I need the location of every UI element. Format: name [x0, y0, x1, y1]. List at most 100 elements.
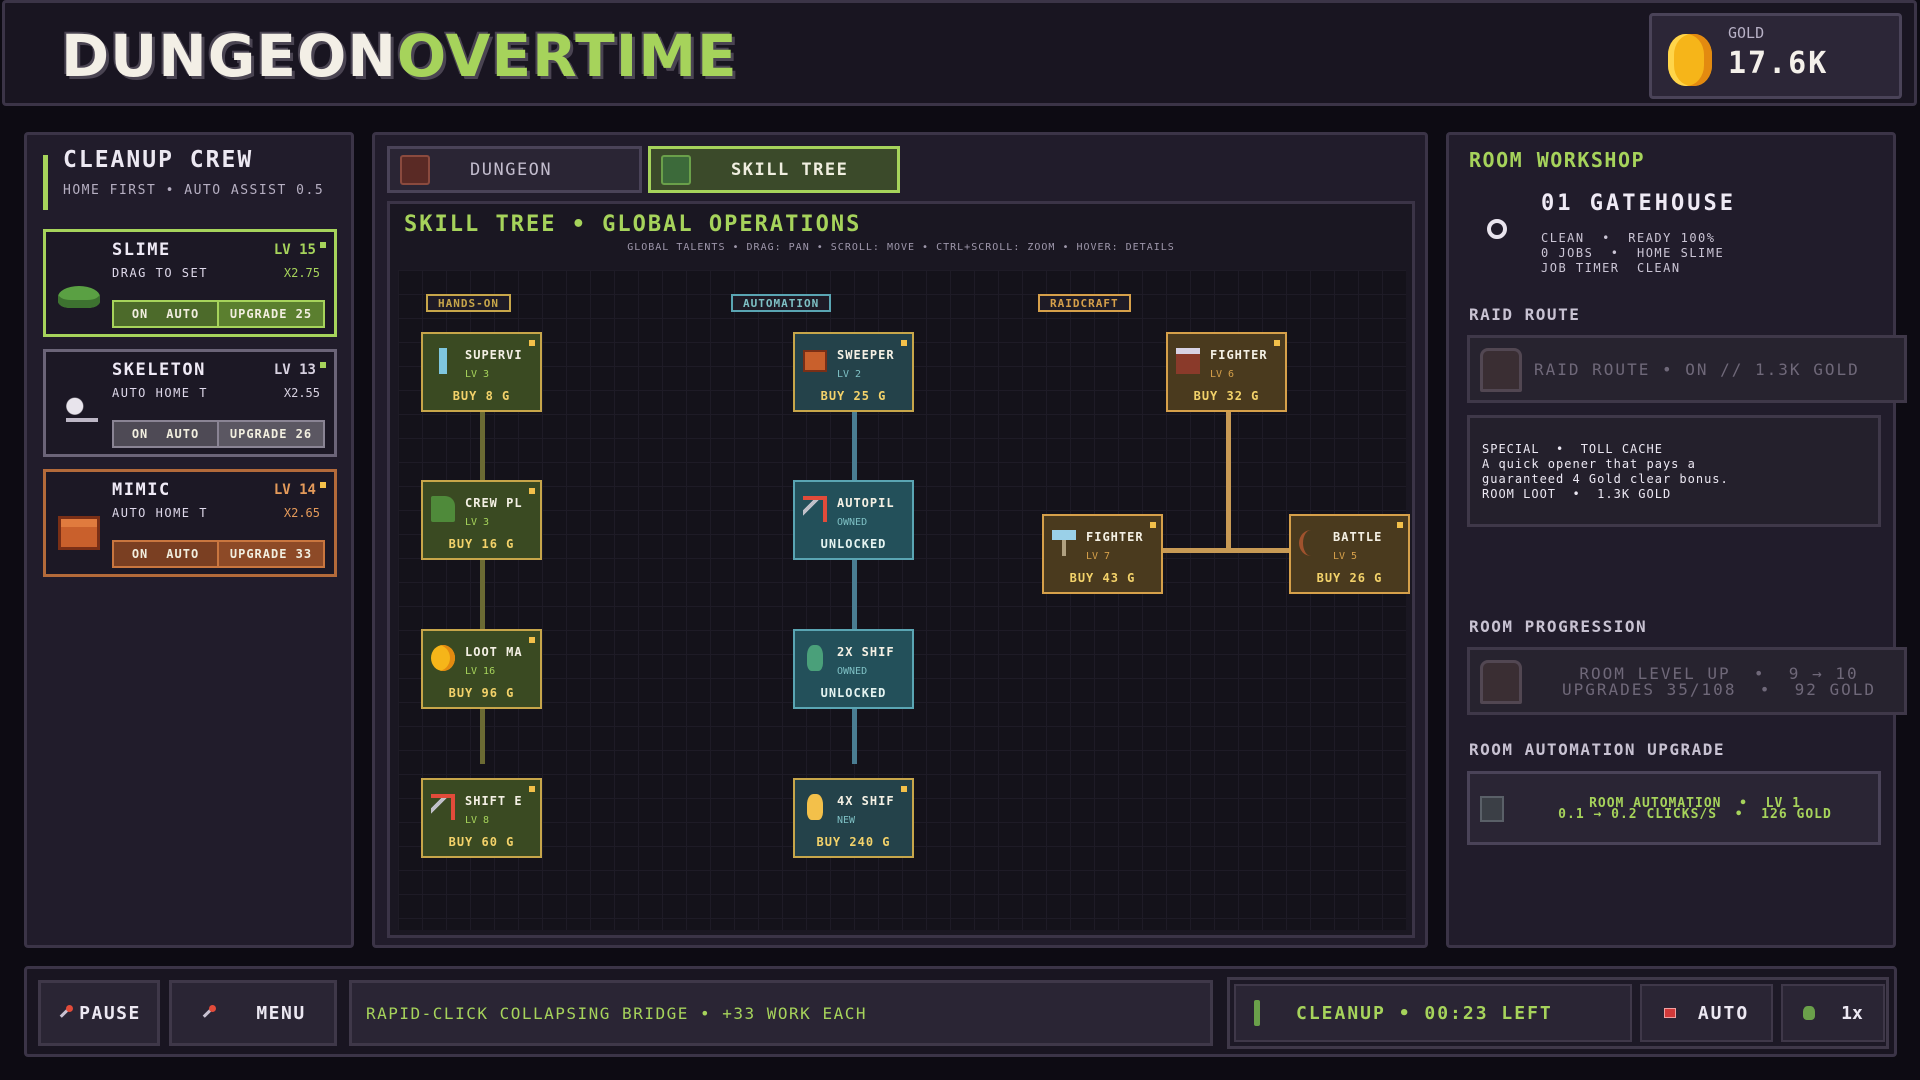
node-level: LV 16	[465, 666, 496, 677]
chest-icon	[661, 154, 691, 185]
node-title: CREW PL	[465, 496, 523, 510]
room-automation-upgrade-button[interactable]: ROOM AUTOMATION • LV 1 0.1 → 0.2 CLICKS/…	[1467, 771, 1881, 845]
unit-auto-toggle[interactable]: ON AUTO	[114, 542, 219, 566]
gold-coin-icon	[431, 645, 455, 671]
slime-icon	[58, 286, 100, 308]
raid-route-button[interactable]: RAID ROUTE • ON // 1.3K GOLD	[1467, 335, 1907, 403]
node-new-dot	[1150, 522, 1156, 528]
unit-status-dot	[320, 482, 326, 488]
node-buy-label: BUY 16 G	[448, 537, 515, 551]
lever-icon	[57, 1005, 74, 1021]
unit-auto-toggle[interactable]: ON AUTO	[114, 422, 219, 446]
unit-name: SKELETON	[112, 360, 206, 380]
auto-icon	[1663, 1008, 1676, 1018]
chest-icon	[803, 350, 827, 372]
unit-card-mimic[interactable]: MIMIC LV 14 AUTO HOME T x2.65 ON AUTO UPG…	[43, 469, 337, 577]
toggle-on-label: ON	[131, 547, 149, 561]
workshop-title: ROOM WORKSHOP	[1469, 148, 1646, 172]
skill-node-4x-shift[interactable]: 4X SHIF NEW BUY 240 G	[793, 778, 914, 858]
unit-status-dot	[320, 242, 326, 248]
unit-name: MIMIC	[112, 480, 171, 500]
unit-upgrade-button[interactable]: UPGRADE 33	[219, 542, 323, 566]
menu-button[interactable]: MENU	[169, 980, 337, 1046]
tree-link	[852, 412, 857, 764]
logo-word-overtime: Overtime	[396, 22, 738, 90]
raid-route-heading: RAID ROUTE	[1469, 305, 1581, 324]
skill-node-fighter-1[interactable]: FIGHTER LV 6 BUY 32 G	[1166, 332, 1287, 412]
node-new-dot	[529, 637, 535, 643]
skill-node-fighter-2[interactable]: FIGHTER LV 7 BUY 43 G	[1042, 514, 1163, 594]
skill-node-crew-plan[interactable]: CREW PL LV 3 BUY 16 G	[421, 480, 542, 560]
node-buy-label: BUY 96 G	[448, 686, 515, 700]
unit-level: LV 13	[273, 362, 316, 378]
unit-multiplier: x2.65	[283, 506, 320, 520]
room-progression-heading: ROOM PROGRESSION	[1469, 617, 1648, 636]
shift-status: CLEANUP • 00:23 LEFT	[1234, 984, 1632, 1042]
unit-card-slime[interactable]: SLIME LV 15 DRAG TO SET x2.75 ON AUTO UPG…	[43, 229, 337, 337]
shift-status-label: CLEANUP • 00:23 LEFT	[1296, 1002, 1553, 1024]
node-buy-label: BUY 26 G	[1316, 571, 1383, 585]
tree-link	[1162, 548, 1294, 553]
auto-button[interactable]: AUTO	[1640, 984, 1773, 1042]
room-name: 01 GATEHOUSE	[1541, 191, 1736, 216]
room-info: CLEAN • READY 100% 0 JOBS • HOME SLIME J…	[1541, 231, 1725, 275]
skill-tree-frame: SKILL TREE • GLOBAL OPERATIONS GLOBAL TA…	[387, 201, 1415, 938]
skill-node-sweeper[interactable]: SWEEPER LV 2 BUY 25 G	[793, 332, 914, 412]
skill-node-supervisor[interactable]: SUPERVI LV 3 BUY 8 G	[421, 332, 542, 412]
tree-link	[1226, 412, 1231, 552]
door-icon	[400, 154, 430, 185]
unit-card-skeleton[interactable]: SKELETON LV 13 AUTO HOME T x2.55 ON AUTO …	[43, 349, 337, 457]
menu-label: MENU	[256, 1002, 306, 1024]
logo-word-dungeon: Dungeon	[61, 22, 397, 90]
sword-icon	[431, 348, 455, 374]
unit-desc: DRAG TO SET	[112, 266, 208, 280]
tab-skill-tree[interactable]: SKILL TREE	[648, 146, 900, 193]
unit-upgrade-button[interactable]: UPGRADE 25	[219, 302, 323, 326]
skill-node-shift-extender[interactable]: SHIFT E LV 8 BUY 60 G	[421, 778, 542, 858]
toggle-auto-label: AUTO	[166, 307, 200, 321]
speed-label: 1x	[1841, 1002, 1863, 1024]
node-title: AUTOPIL	[837, 496, 895, 510]
node-buy-label: BUY 240 G	[816, 835, 891, 849]
skill-node-autopilot[interactable]: AUTOPIL OWNED UNLOCKED	[793, 480, 914, 560]
node-title: FIGHTER	[1086, 530, 1144, 544]
speed-button[interactable]: 1x	[1781, 984, 1885, 1042]
room-level-up-label: ROOM LEVEL UP • 9 → 10 UPGRADES 35/108 •…	[1561, 664, 1877, 699]
toggle-on-label: ON	[131, 307, 149, 321]
skill-node-battle[interactable]: BATTLE LV 5 BUY 26 G	[1289, 514, 1410, 594]
node-title: SUPERVI	[465, 348, 523, 362]
skill-node-loot-master[interactable]: LOOT MA LV 16 BUY 96 G	[421, 629, 542, 709]
column-header-raidcraft: RAIDCRAFT	[1038, 294, 1131, 312]
node-new-dot	[901, 340, 907, 346]
unit-multiplier: x2.55	[283, 386, 320, 400]
skill-node-2x-shift[interactable]: 2X SHIF OWNED UNLOCKED	[793, 629, 914, 709]
node-level: LV 5	[1333, 551, 1358, 562]
special-info-box: SPECIAL • TOLL CACHE A quick opener that…	[1467, 415, 1881, 527]
node-unlocked-label: UNLOCKED	[820, 537, 887, 551]
event-banner: RAPID-CLICK COLLAPSING BRIDGE • +33 WORK…	[349, 980, 1213, 1046]
skill-tree-canvas[interactable]: HANDS-ON AUTOMATION RAIDCRAFT SUPERVI LV…	[398, 270, 1410, 930]
column-header-automation: AUTOMATION	[731, 294, 832, 312]
special-description: SPECIAL • TOLL CACHE A quick opener that…	[1482, 442, 1729, 501]
node-level: LV 6	[1210, 369, 1235, 380]
shift-status-group: CLEANUP • 00:23 LEFT AUTO 1x	[1227, 977, 1889, 1049]
node-buy-label: BUY 43 G	[1069, 571, 1136, 585]
node-buy-label: BUY 25 G	[820, 389, 887, 403]
unit-level: LV 15	[273, 242, 316, 258]
gear-icon	[1487, 219, 1507, 239]
axe-icon	[1052, 530, 1076, 556]
unit-auto-toggle[interactable]: ON AUTO	[114, 302, 219, 326]
tab-dungeon[interactable]: DUNGEON	[387, 146, 642, 193]
toggle-auto-label: AUTO	[166, 427, 200, 441]
node-level: LV 8	[465, 815, 490, 826]
skill-tree-hint: GLOBAL TALENTS • DRAG: PAN • SCROLL: MOV…	[627, 242, 1175, 253]
node-new-dot	[529, 786, 535, 792]
node-title: 4X SHIF	[837, 794, 895, 808]
node-title: SWEEPER	[837, 348, 895, 362]
unit-upgrade-button[interactable]: UPGRADE 26	[219, 422, 323, 446]
room-level-up-button[interactable]: ROOM LEVEL UP • 9 → 10 UPGRADES 35/108 •…	[1467, 647, 1907, 715]
node-level: LV 7	[1086, 551, 1111, 562]
door-icon	[1480, 660, 1522, 704]
node-title: 2X SHIF	[837, 645, 895, 659]
pause-button[interactable]: PAUSE	[38, 980, 160, 1046]
